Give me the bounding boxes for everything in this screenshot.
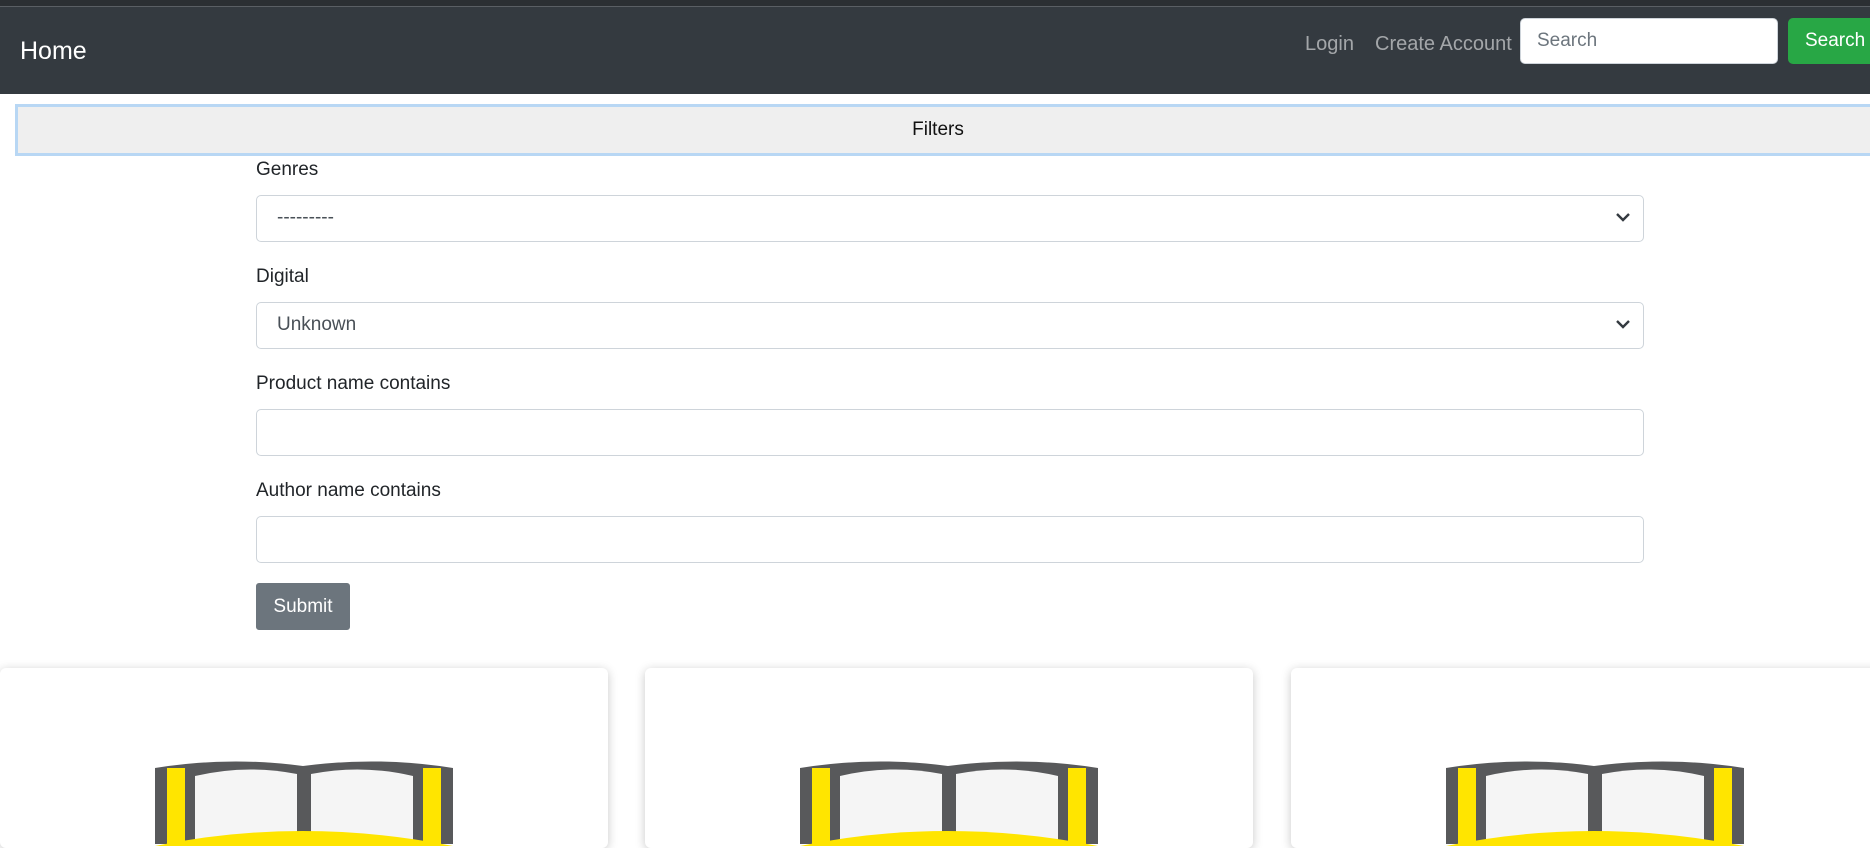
genres-label: Genres: [256, 159, 319, 180]
chevron-down-icon: [1616, 213, 1630, 222]
submit-button[interactable]: Submit: [256, 583, 350, 630]
product-name-label: Product name contains: [256, 373, 451, 394]
login-link[interactable]: Login: [1305, 33, 1354, 56]
product-card[interactable]: [0, 668, 608, 848]
book-icon: [800, 761, 1098, 846]
window-top-edge: [0, 0, 1870, 7]
author-name-label: Author name contains: [256, 480, 441, 501]
navbar: Home Login Create Account Search: [0, 7, 1870, 94]
book-icon: [1446, 761, 1744, 846]
chevron-down-icon: [1616, 320, 1630, 329]
product-name-field[interactable]: [256, 409, 1644, 456]
digital-selected-value: Unknown: [277, 314, 357, 335]
author-name-field[interactable]: [256, 516, 1644, 563]
digital-select[interactable]: Unknown: [256, 302, 1644, 349]
filters-title: Filters: [912, 119, 964, 140]
product-card[interactable]: [1291, 668, 1870, 848]
product-card[interactable]: [645, 668, 1253, 848]
search-button[interactable]: Search: [1788, 18, 1870, 64]
book-icon: [155, 761, 453, 846]
digital-label: Digital: [256, 266, 309, 287]
home-link[interactable]: Home: [20, 37, 87, 66]
create-account-link[interactable]: Create Account: [1375, 33, 1512, 56]
filters-toggle[interactable]: Filters: [15, 104, 1870, 156]
genres-selected-value: ---------: [277, 207, 334, 228]
search-input[interactable]: [1520, 18, 1778, 64]
genres-select[interactable]: ---------: [256, 195, 1644, 242]
